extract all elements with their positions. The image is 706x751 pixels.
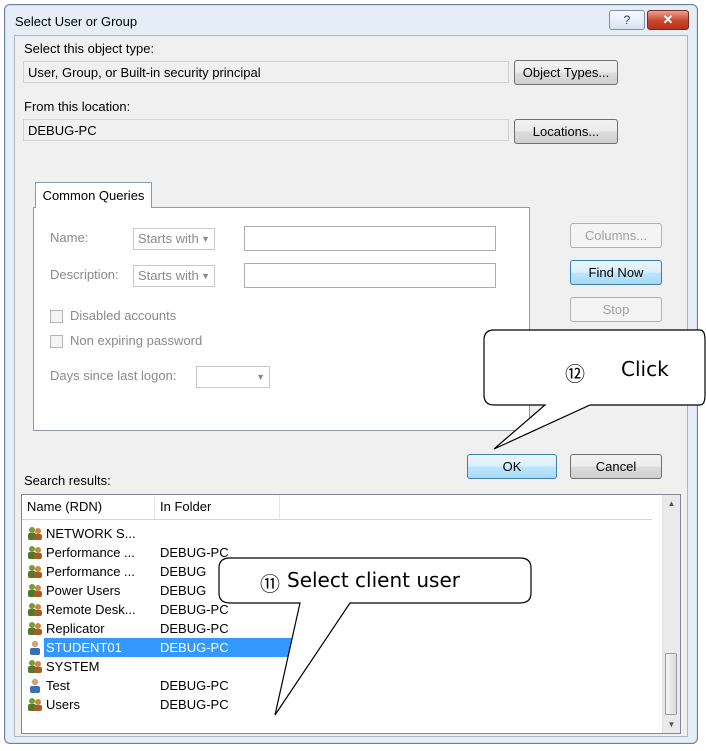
- select-callout-number: ⑪: [260, 572, 280, 596]
- click-callout-number: ⑫: [565, 362, 585, 386]
- tab-common-queries[interactable]: Common Queries: [35, 182, 152, 208]
- select-callout-text: Select client user: [287, 568, 460, 592]
- callout-shapes: [218, 329, 706, 716]
- click-callout-bubble: [483, 329, 706, 450]
- click-callout-text: Click: [621, 357, 669, 381]
